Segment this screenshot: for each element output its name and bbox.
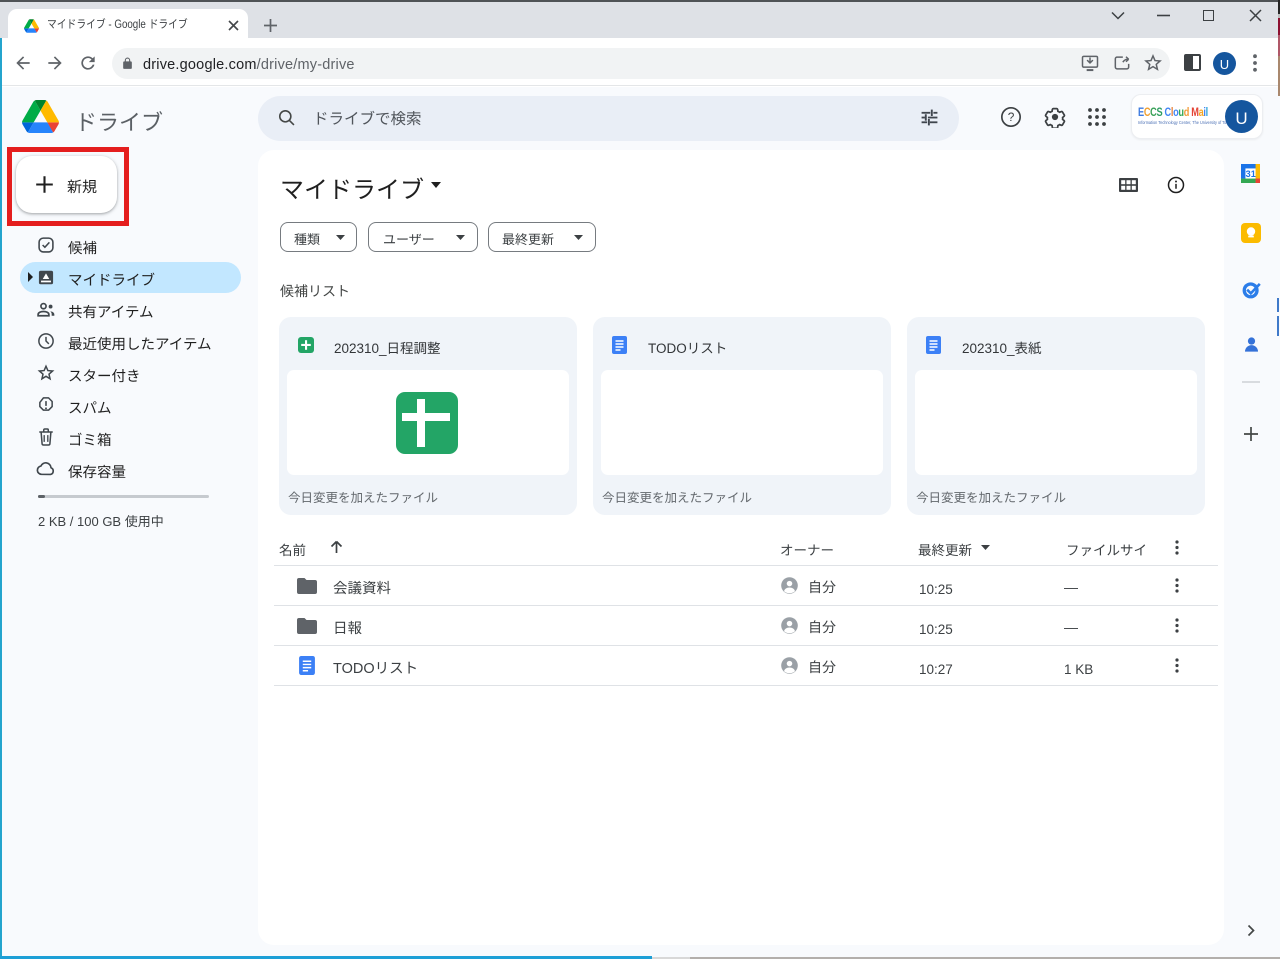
svg-text:31: 31 [1246,169,1256,179]
svg-text:?: ? [1008,110,1015,124]
